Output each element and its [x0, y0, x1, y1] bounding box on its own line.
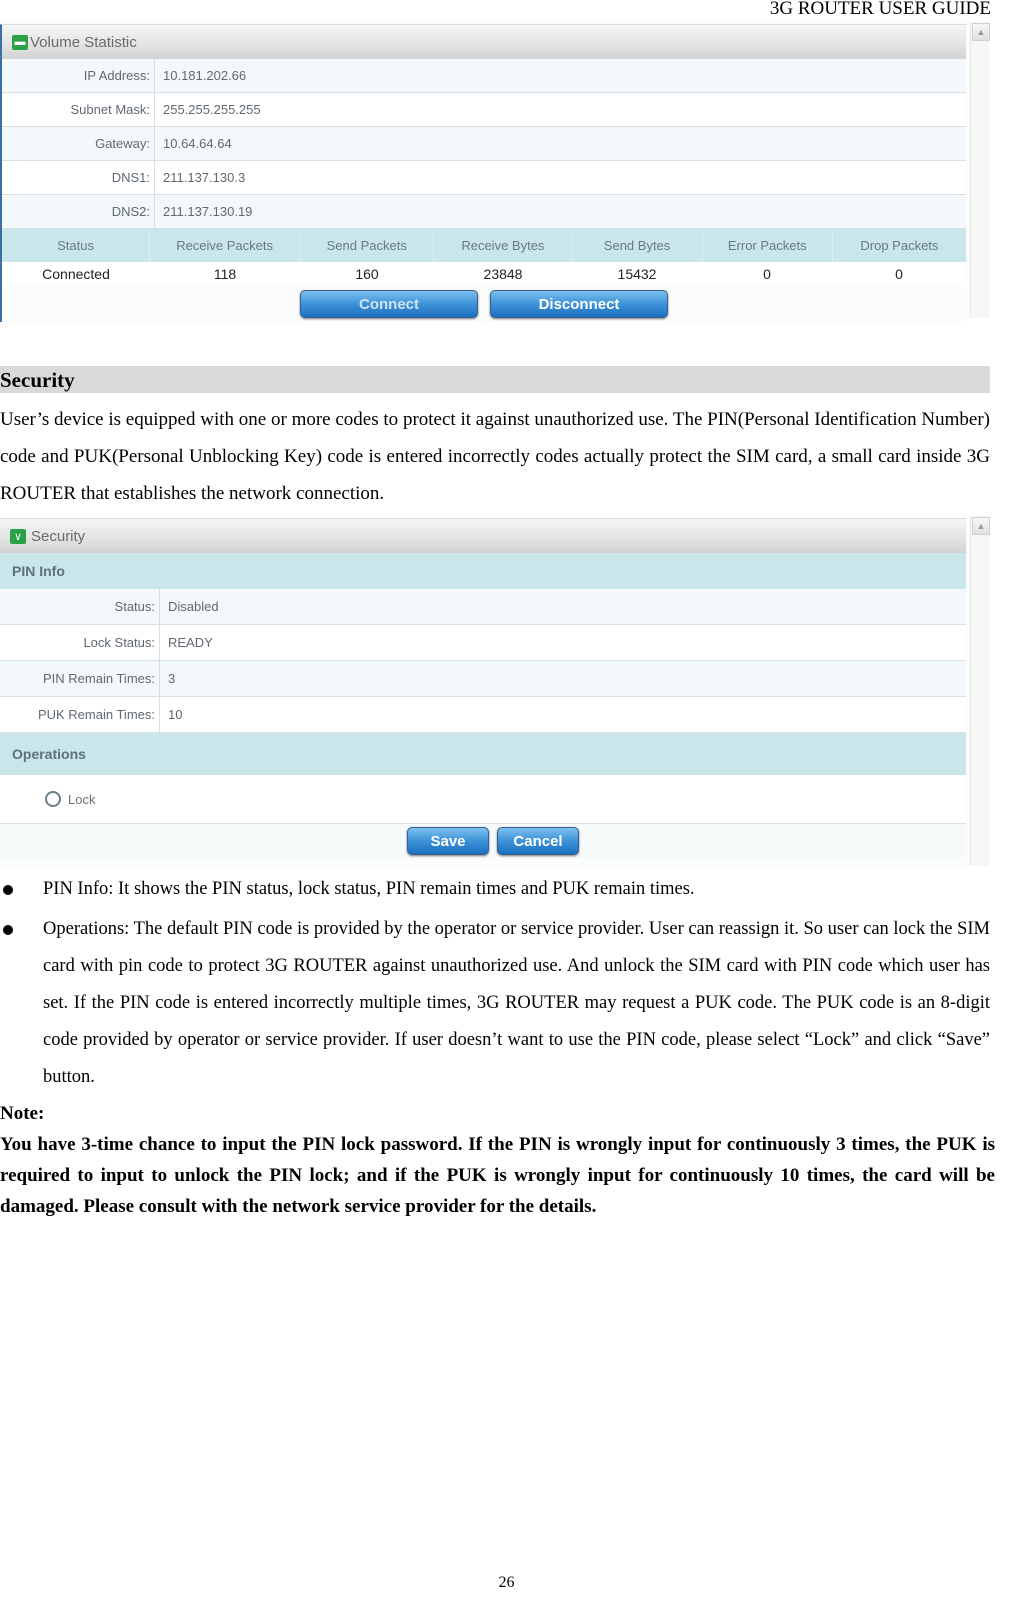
note-label: Note:	[0, 1103, 45, 1124]
bullet-list: PIN Info: It shows the PIN status, lock …	[0, 871, 990, 1096]
panel-titlebar: ▬ Volume Statistic	[2, 25, 966, 59]
connect-button[interactable]: Connect	[300, 290, 478, 318]
bullet-icon	[3, 925, 13, 935]
stat-cell: 118	[213, 266, 237, 282]
bullet-text: Operations: The default PIN code is prov…	[43, 919, 991, 1087]
page-number: 26	[498, 1574, 515, 1591]
scrollbar[interactable]: ▲	[970, 516, 990, 866]
field-row-dns2: DNS2: 211.137.130.19	[2, 195, 966, 229]
column-header: Drop Packets	[860, 238, 939, 253]
field-value: READY	[168, 635, 213, 650]
section-heading: Security	[0, 366, 990, 393]
scroll-up-icon[interactable]: ▲	[972, 23, 990, 41]
stats-row: Connected 118 160 23848 15432 0 0	[2, 262, 966, 286]
column-header: Send Bytes	[572, 229, 703, 262]
stat-cell: 160	[355, 266, 379, 282]
field-label: DNS2:	[2, 195, 155, 228]
window-icon: ▬	[12, 34, 28, 50]
field-label: Lock Status:	[0, 625, 160, 660]
column-header: Status	[2, 229, 151, 262]
lock-option[interactable]: Lock	[0, 775, 966, 824]
security-screenshot: ∨ Security PIN Info Status: Disabled Loc…	[0, 516, 990, 866]
field-value: 211.137.130.19	[163, 204, 253, 219]
field-value: Disabled	[168, 599, 219, 614]
field-label: IP Address:	[2, 59, 155, 92]
connection-buttons: Connect Disconnect	[2, 286, 966, 322]
section-intro: User’s device is equipped with one or mo…	[0, 409, 990, 504]
column-header: Error Packets	[703, 229, 833, 262]
note-text: You have 3-time chance to input the PIN …	[0, 1134, 995, 1217]
field-value: 255.255.255.255	[163, 102, 261, 117]
pin-info-header: PIN Info	[0, 553, 966, 589]
operations-header: Operations	[0, 733, 966, 775]
lock-label: Lock	[68, 791, 96, 807]
column-header: Send Packets	[300, 229, 435, 262]
field-row-dns1: DNS1: 211.137.130.3	[2, 161, 966, 195]
cancel-button[interactable]: Cancel	[497, 827, 579, 855]
panel-title: Volume Statistic	[30, 33, 137, 51]
stats-header-row: Status Receive Packets Send Packets Rece…	[2, 229, 966, 262]
document-header: 3G ROUTER USER GUIDE	[769, 0, 991, 19]
field-label: Status:	[0, 589, 160, 624]
column-header: Receive Bytes	[434, 229, 573, 262]
field-row-puk-remain: PUK Remain Times: 10	[0, 697, 966, 733]
field-label: Gateway:	[2, 127, 155, 160]
field-row-ip: IP Address: 10.181.202.66	[2, 59, 966, 93]
stat-cell: 23848	[483, 266, 523, 282]
save-button[interactable]: Save	[407, 827, 489, 855]
disconnect-button[interactable]: Disconnect	[490, 290, 668, 318]
security-panel: ∨ Security PIN Info Status: Disabled Loc…	[0, 518, 966, 858]
field-value: 211.137.130.3	[163, 170, 246, 185]
field-label: DNS1:	[2, 161, 155, 194]
chevron-down-icon: ∨	[10, 528, 26, 544]
field-label: PUK Remain Times:	[0, 697, 160, 732]
field-row-lock-status: Lock Status: READY	[0, 625, 966, 661]
form-buttons: Save Cancel	[0, 824, 966, 858]
scrollbar[interactable]: ▲	[970, 22, 990, 318]
field-row-status: Status: Disabled	[0, 589, 966, 625]
field-value: 10	[168, 707, 183, 722]
field-value: 3	[168, 671, 176, 686]
column-header: Receive Packets	[150, 229, 301, 262]
field-label: PIN Remain Times:	[0, 661, 160, 696]
panel-title: Security	[31, 527, 86, 545]
lock-radio[interactable]	[45, 791, 61, 807]
volume-statistic-screenshot: ▬ Volume Statistic IP Address: 10.181.20…	[0, 22, 990, 322]
volume-statistic-panel: ▬ Volume Statistic IP Address: 10.181.20…	[0, 24, 966, 322]
stat-cell: 15432	[617, 266, 657, 282]
field-row-subnet: Subnet Mask: 255.255.255.255	[2, 93, 966, 127]
bullet-text: PIN Info: It shows the PIN status, lock …	[43, 879, 695, 899]
stat-cell: 0	[895, 266, 903, 282]
bullet-icon	[3, 885, 13, 895]
bullet-item-pin-info: PIN Info: It shows the PIN status, lock …	[0, 871, 990, 908]
field-value: 10.181.202.66	[163, 68, 247, 83]
panel-titlebar: ∨ Security	[0, 519, 966, 553]
field-value: 10.64.64.64	[163, 136, 232, 151]
field-label: Subnet Mask:	[2, 93, 155, 126]
field-row-gateway: Gateway: 10.64.64.64	[2, 127, 966, 161]
bullet-item-operations: Operations: The default PIN code is prov…	[0, 911, 990, 1096]
scroll-up-icon[interactable]: ▲	[972, 517, 990, 535]
stat-cell: Connected	[42, 266, 110, 282]
stat-cell: 0	[763, 266, 771, 282]
field-row-pin-remain: PIN Remain Times: 3	[0, 661, 966, 697]
